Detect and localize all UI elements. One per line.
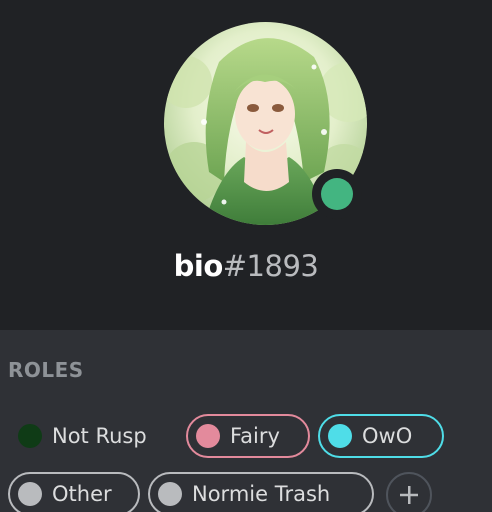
role-label: Not Rusp	[52, 424, 147, 448]
username-line: bio#1893	[0, 246, 492, 286]
role-pill-fairy[interactable]: Fairy	[186, 414, 310, 458]
role-label: Fairy	[230, 424, 280, 448]
role-color-dot[interactable]	[18, 424, 42, 448]
role-color-dot[interactable]	[196, 424, 220, 448]
avatar-container[interactable]	[164, 22, 367, 225]
profile-body: ROLES Not Rusp Fairy OwO Other Normie Tr…	[0, 330, 492, 512]
role-color-dot[interactable]	[158, 482, 182, 506]
role-color-dot[interactable]	[18, 482, 42, 506]
role-pill-normie-trash[interactable]: Normie Trash	[148, 472, 374, 512]
role-pill-owo[interactable]: OwO	[318, 414, 444, 458]
user-profile-popout: bio#1893 ROLES Not Rusp Fairy OwO Other …	[0, 0, 492, 512]
status-indicator-ring	[312, 169, 362, 219]
role-color-dot[interactable]	[328, 424, 352, 448]
username[interactable]: bio	[174, 249, 224, 283]
online-status-icon	[321, 178, 353, 210]
role-label: Other	[52, 482, 112, 506]
add-role-button[interactable]	[386, 472, 432, 512]
role-label: Normie Trash	[192, 482, 331, 506]
plus-icon	[400, 486, 418, 504]
roles-section-title: ROLES	[8, 358, 84, 382]
role-pill-other[interactable]: Other	[8, 472, 140, 512]
discriminator: #1893	[222, 249, 319, 283]
role-label: OwO	[362, 424, 413, 448]
role-pill-not-rusp[interactable]: Not Rusp	[8, 414, 149, 458]
profile-header: bio#1893	[0, 0, 492, 330]
